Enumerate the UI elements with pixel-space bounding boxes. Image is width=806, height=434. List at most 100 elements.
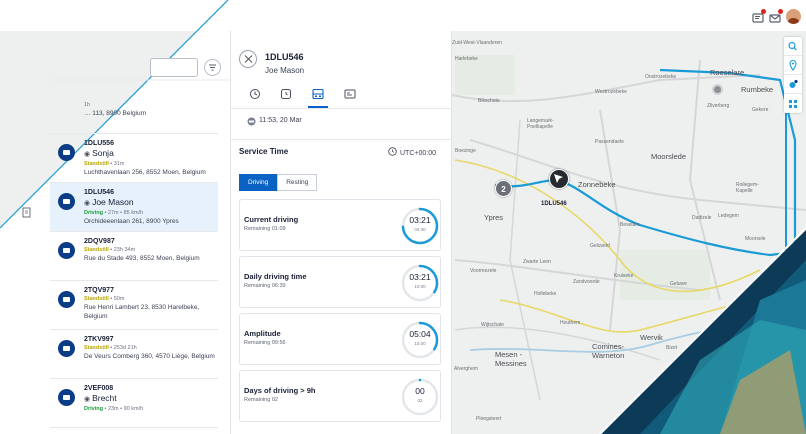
driving-resting-toggle: Driving Resting <box>239 174 318 191</box>
truck-icon <box>58 389 75 406</box>
cluster-marker[interactable]: 2 <box>495 180 512 197</box>
card-max: 02 <box>417 398 423 403</box>
progress-ring <box>401 207 439 245</box>
tab-history[interactable] <box>243 85 267 103</box>
timezone-selector[interactable]: UTC+00:00 <box>388 147 436 157</box>
map-place-label: Alverghem <box>454 366 478 372</box>
close-button[interactable] <box>239 50 257 68</box>
status-detail: • 23h 34m <box>110 247 136 253</box>
map-place-label: Bizet <box>666 345 678 351</box>
tachograph-small-icon <box>247 117 256 126</box>
panel-title: 1DLU546 <box>265 52 304 62</box>
map-layers-button[interactable] <box>784 75 802 94</box>
messages-icon[interactable] <box>769 9 783 23</box>
search-icon <box>788 41 797 51</box>
service-time-heading: Service Time <box>239 147 289 156</box>
card-value: 03:21 <box>409 272 431 282</box>
map-grid-button[interactable] <box>784 94 802 113</box>
tachograph-icon <box>312 88 324 100</box>
map-place-label: Dadizele <box>692 215 712 221</box>
card-value: 03:21 <box>409 215 431 225</box>
vehicle-list-item[interactable]: 1h … 113, 8900 Belgium <box>50 96 218 134</box>
map-location-button[interactable] <box>784 56 802 75</box>
vehicle-list-item[interactable]: 2DQV987 Standstill • 23h 34m Rue du Stade … <box>50 232 218 281</box>
filter-button[interactable] <box>204 59 221 76</box>
vehicle-address: Rue du Stade 493, 8552 Moen, Belgium <box>84 255 200 262</box>
vehicle-id: 2TQV977 <box>84 287 114 294</box>
truck-icon <box>58 242 75 259</box>
vehicle-status: Standstill • 50m <box>84 295 218 303</box>
id-card-icon <box>344 89 356 99</box>
status-detail: • 27m • 85 km/h <box>104 210 144 216</box>
segment-resting[interactable]: Resting <box>277 174 318 191</box>
status-label: Standstill <box>84 345 109 351</box>
map-place-label: Kruiseke <box>614 273 634 279</box>
status-detail: • 253d 21h <box>110 345 137 351</box>
segment-driving[interactable]: Driving <box>239 174 278 191</box>
driver-icon: ◉ <box>84 151 93 158</box>
card-title: Amplitude <box>244 329 281 338</box>
vehicle-status: Standstill • 23h 34m <box>84 246 218 254</box>
vehicle-status: 1h <box>84 101 218 109</box>
card-remaining: Remaining 09:56 <box>244 340 286 346</box>
map-place-label: Zuid-West-Vlaanderen <box>452 40 502 46</box>
card-max: 15:00 <box>414 341 426 346</box>
panel-driver-name: Joe Mason <box>265 66 305 75</box>
timestamp-row: 11:53, 20 Mar <box>247 117 302 126</box>
alerts-badge <box>761 9 766 14</box>
vehicle-list-item[interactable]: 2VEF008 ◉ Brecht Driving • 23m • 90 km/h <box>50 379 218 428</box>
service-time-card: Current driving Remaining 01:09 03:21 04:30 <box>239 199 441 251</box>
status-label: Standstill <box>84 161 109 167</box>
card-max: 10:00 <box>414 284 426 289</box>
status-label: Driving <box>84 406 103 412</box>
selected-vehicle-marker[interactable] <box>549 169 569 189</box>
map-place-label: Oostrozebeke <box>645 74 677 80</box>
tab-alarm[interactable] <box>274 85 298 103</box>
map-controls <box>784 37 802 113</box>
tab-tachograph[interactable] <box>306 85 330 108</box>
map-place-label: Comines-Warneton <box>592 342 625 360</box>
status-detail: • 50m <box>110 296 125 302</box>
vehicle-list-item[interactable]: 1DLU546 ◉ Joe Mason Driving • 27m • 85 km/… <box>50 183 218 232</box>
map-place-label: Wijtschate <box>481 322 505 328</box>
map-place-label: Zandvoorde <box>573 279 600 285</box>
map-place-label: Moorsele <box>745 236 766 242</box>
map-place-label: Hollebeke <box>534 291 557 297</box>
progress-ring <box>401 264 439 302</box>
service-time-card: Daily driving time Remaining 06:39 03:21 10… <box>239 256 441 308</box>
driver-icon: ◉ <box>84 396 93 403</box>
map-place-label: Moorslede <box>651 152 687 161</box>
tab-card[interactable] <box>338 85 362 103</box>
map-search-button[interactable] <box>784 37 802 56</box>
alerts-icon[interactable] <box>752 9 766 23</box>
vehicle-search-input[interactable] <box>150 58 198 77</box>
map-place-label: Geluveld <box>590 243 610 249</box>
map-place-label: Harlebeke <box>455 56 478 62</box>
selected-vehicle-map-label: 1DLU546 <box>541 201 567 207</box>
map-place-label: Bikschote <box>478 98 500 104</box>
vehicle-list-item[interactable]: 2TKV997 Standstill • 253d 21h De Veurs Com… <box>50 330 218 379</box>
truck-icon <box>58 144 75 161</box>
document-icon[interactable] <box>22 205 32 218</box>
card-remaining: Remaining 01:09 <box>244 226 286 232</box>
card-remaining: Remaining 02 <box>244 397 278 403</box>
vehicle-list-item[interactable]: 2TQV977 Standstill • 50m Rue Henri Lambert… <box>50 281 218 330</box>
map-place-label: Langemark-Poelkapelle <box>527 118 554 130</box>
vehicle-status: Driving • 27m • 85 km/h <box>84 209 218 217</box>
vehicle-id: 2VEF008 <box>84 385 114 392</box>
map-place-label: Ledegem <box>718 213 739 219</box>
user-avatar[interactable] <box>786 9 801 24</box>
card-max: 04:30 <box>414 227 426 232</box>
service-time-card: Days of driving > 9h Remaining 02 00 02 <box>239 370 441 422</box>
alarm-clock-icon <box>281 89 291 99</box>
map-place-label: Zilverberg <box>707 103 730 109</box>
tab-divider <box>231 108 451 109</box>
vehicle-list-item[interactable]: 1DLU556 ◉ Sonja Standstill • 31m Luchthaven… <box>50 134 218 183</box>
map-place-label: Beselare <box>620 222 640 228</box>
grid-icon <box>789 100 797 108</box>
map-place-label: Zonnebeke <box>578 180 616 189</box>
vehicle-address: De Veurs Comberg 360, 4570 Liège, Belgiu… <box>84 353 215 360</box>
map-poi-marker[interactable] <box>712 84 723 95</box>
map-place-label: Geluwe <box>670 281 687 287</box>
vehicle-address: Orchideeenlaan 261, 8900 Ypres <box>84 218 179 225</box>
